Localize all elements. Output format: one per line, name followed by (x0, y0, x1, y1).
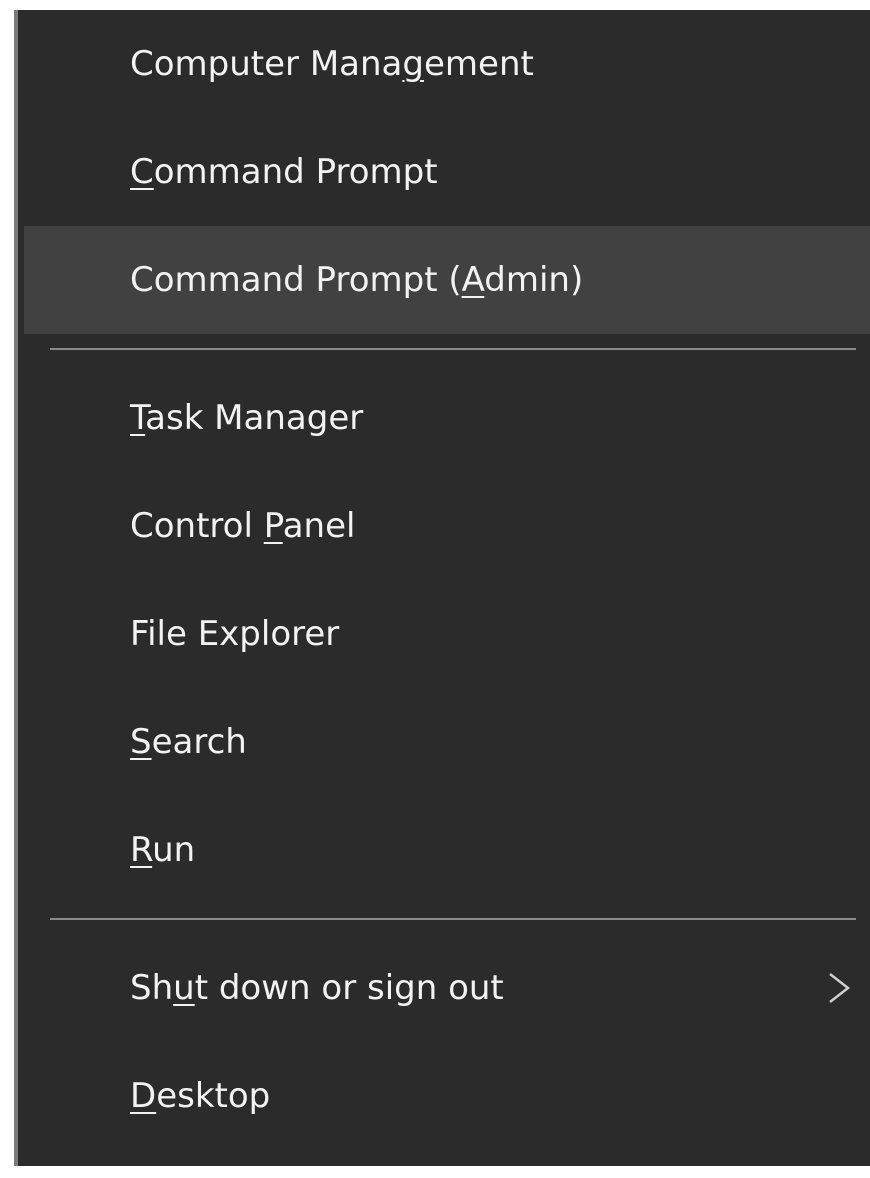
menu-item-label: File Explorer (130, 614, 340, 654)
accelerator-key: u (173, 968, 195, 1008)
menu-item-label: dmin) (484, 260, 584, 300)
accelerator-key: A (461, 260, 485, 300)
menu-item-run[interactable]: Run (24, 796, 870, 904)
accelerator-key: R (130, 830, 153, 870)
menu-item-label: Command Prompt ( (130, 260, 462, 300)
menu-item-label: ommand Prompt (153, 152, 438, 192)
menu-item-label: un (152, 830, 196, 870)
accelerator-key: P (263, 506, 283, 546)
accelerator-key: T (130, 398, 146, 438)
menu-item-command-prompt-admin[interactable]: Command Prompt (Admin) (24, 226, 870, 334)
menu-item-command-prompt[interactable]: Command Prompt (24, 118, 870, 226)
menu-item-label: ask Manager (145, 398, 364, 438)
menu-item-desktop[interactable]: Desktop (24, 1042, 870, 1150)
accelerator-key: g (402, 44, 424, 84)
menu-separator (50, 348, 856, 350)
menu-item-label: esktop (156, 1076, 271, 1116)
menu-item-task-manager[interactable]: Task Manager (24, 364, 870, 472)
menu-item-file-explorer[interactable]: File Explorer (24, 580, 870, 688)
menu-item-shut-down-or-sign-out[interactable]: Shut down or sign out (24, 934, 870, 1042)
menu-item-computer-management[interactable]: Computer Management (24, 10, 870, 118)
menu-item-label: Computer Mana (130, 44, 403, 84)
menu-separator (50, 918, 856, 920)
menu-item-label: anel (282, 506, 356, 546)
accelerator-key: C (130, 152, 154, 192)
chevron-right-icon (829, 973, 851, 1003)
menu-item-search[interactable]: Search (24, 688, 870, 796)
menu-panel: Computer Management Command Prompt Comma… (14, 10, 870, 1166)
menu-item-label: ement (423, 44, 534, 84)
winx-context-menu: Computer Management Command Prompt Comma… (0, 0, 870, 1178)
menu-item-label: earch (151, 722, 247, 762)
menu-item-label: Sh (130, 968, 174, 1008)
menu-item-label: t down or sign out (194, 968, 504, 1008)
accelerator-key: S (130, 722, 152, 762)
accelerator-key: D (130, 1076, 157, 1116)
menu-item-label: Control (130, 506, 264, 546)
menu-item-control-panel[interactable]: Control Panel (24, 472, 870, 580)
